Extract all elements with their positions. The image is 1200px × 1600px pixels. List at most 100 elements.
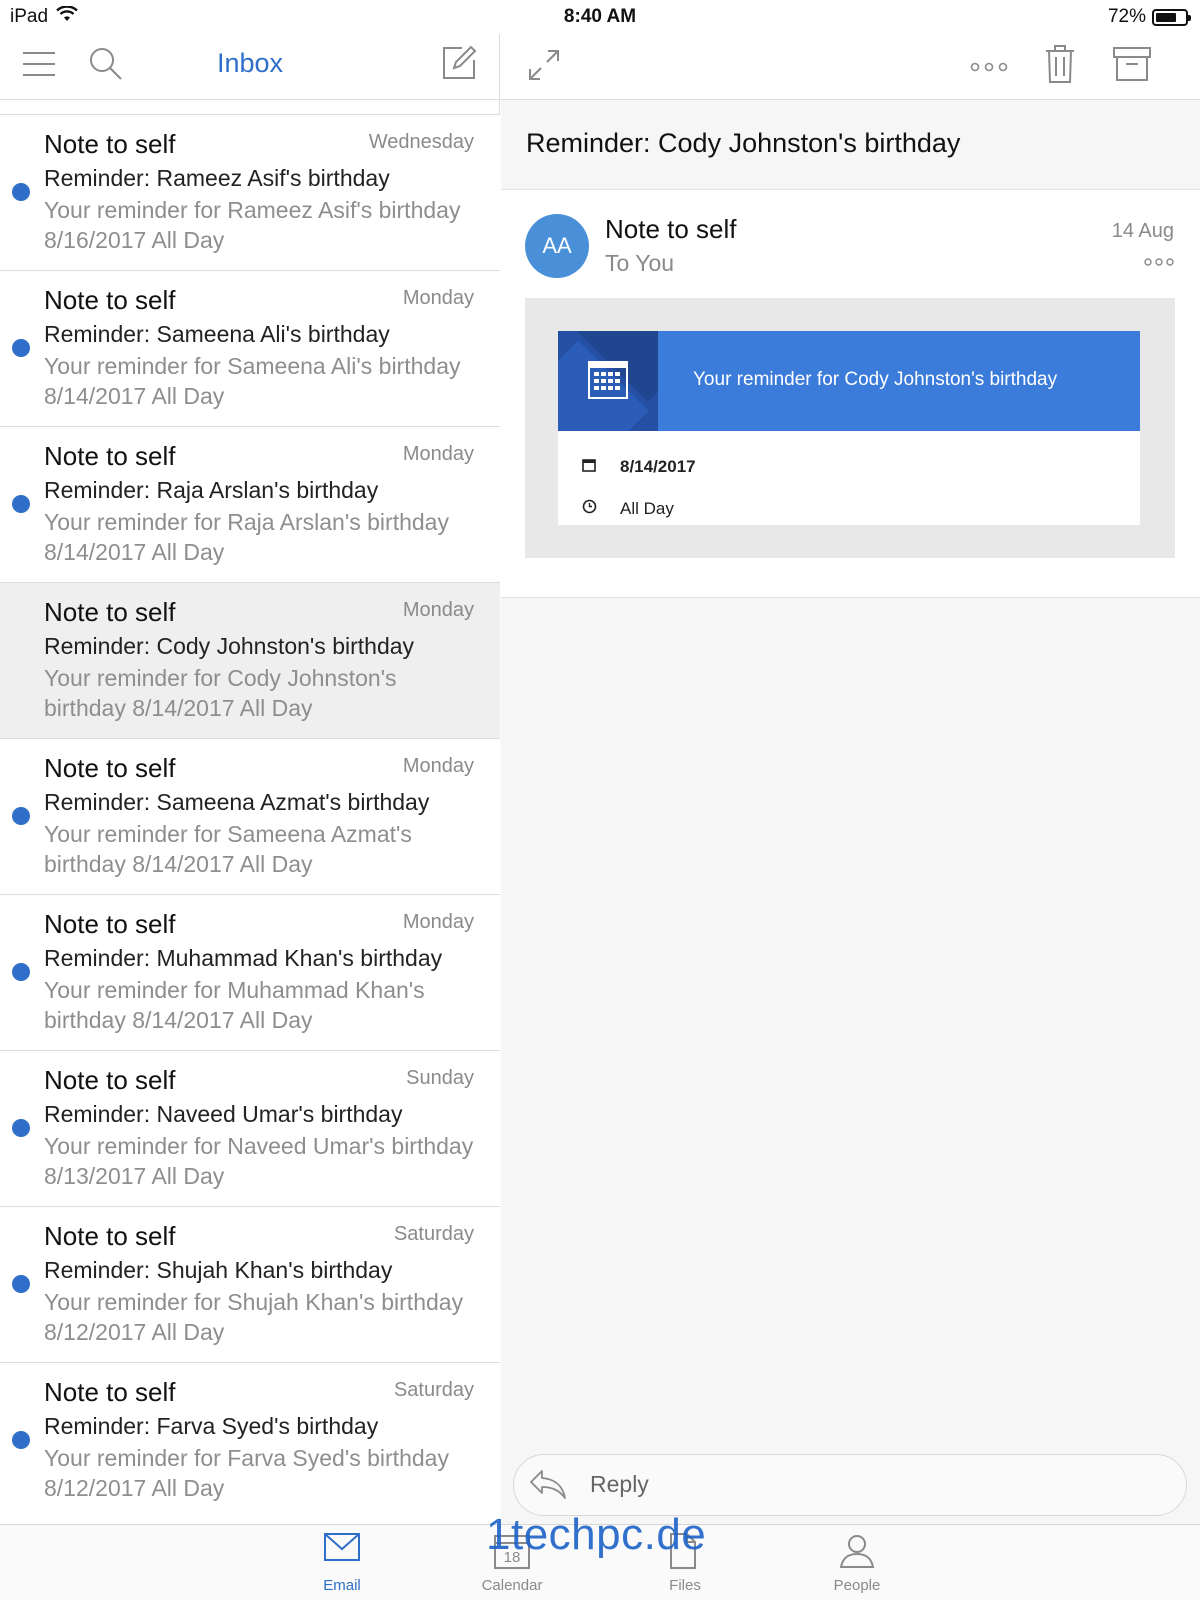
message-date: Monday bbox=[402, 599, 474, 621]
unread-indicator-icon bbox=[12, 1431, 30, 1449]
message-subject: Reminder: Sameena Ali's birthday bbox=[44, 321, 390, 347]
reminder-frame: Your reminder for Cody Johnston's birthd… bbox=[525, 298, 1175, 558]
reminder-banner-text: Your reminder for Cody Johnston's birthd… bbox=[693, 369, 1058, 390]
message-subject: Reminder: Sameena Azmat's birthday bbox=[44, 789, 430, 815]
message-preview: Your reminder for Cody Johnston's birthd… bbox=[44, 665, 397, 721]
status-time: 8:40 AM bbox=[563, 6, 637, 27]
expand-icon[interactable] bbox=[527, 48, 561, 87]
message-card: AA Note to self To You 14 Aug Your remin… bbox=[501, 190, 1200, 598]
unread-indicator-icon bbox=[12, 495, 30, 513]
message-date: Wednesday bbox=[368, 131, 474, 153]
message-date: Monday bbox=[402, 287, 474, 309]
message-list-item[interactable]: Note to self Sunday Reminder: Naveed Umar'… bbox=[0, 1050, 500, 1206]
tab-email[interactable]: Email bbox=[282, 1525, 402, 1600]
banner-calendar-tile bbox=[558, 331, 658, 431]
message-date: Monday bbox=[402, 755, 474, 777]
list-toolbar: Inbox bbox=[0, 34, 500, 100]
calendar-grid-icon bbox=[588, 359, 628, 404]
message-sender: Note to self bbox=[44, 1065, 176, 1095]
message-subject: Reminder: Farva Syed's birthday bbox=[44, 1413, 379, 1439]
unread-indicator-icon bbox=[12, 807, 30, 825]
message-preview: Your reminder for Farva Syed's birthday … bbox=[44, 1445, 449, 1501]
tab-people[interactable]: People bbox=[797, 1525, 917, 1600]
message-subject: Reminder: Shujah Khan's birthday bbox=[44, 1257, 393, 1283]
message-date: Saturday bbox=[393, 1223, 474, 1245]
calendar-small-icon bbox=[582, 457, 596, 477]
message-subject: Reminder: Raja Arslan's birthday bbox=[44, 477, 379, 503]
message-list-item[interactable]: Note to self Wednesday Reminder: Rameez As… bbox=[0, 114, 500, 270]
message-subject: Reminder: Naveed Umar's birthday bbox=[44, 1101, 403, 1127]
battery-percent: 72% bbox=[1107, 6, 1146, 27]
recipient-line: To You bbox=[605, 250, 675, 276]
message-list-item[interactable]: Note to self Monday Reminder: Muhammad Kha… bbox=[0, 894, 500, 1050]
delete-icon[interactable] bbox=[1045, 44, 1075, 89]
message-subject: Reminder: Rameez Asif's birthday bbox=[44, 165, 390, 191]
battery-icon bbox=[1152, 8, 1191, 26]
message-sender: Note to self bbox=[44, 129, 176, 159]
sender-name[interactable]: Note to self bbox=[605, 214, 737, 245]
message-list-item[interactable]: Note to self Saturday Reminder: Shujah Kha… bbox=[0, 1206, 500, 1362]
status-bar: iPad 8:40 AM 72% bbox=[0, 0, 1200, 34]
reply-button[interactable]: Reply bbox=[513, 1454, 1187, 1516]
people-icon bbox=[839, 1535, 875, 1568]
message-sender: Note to self bbox=[44, 753, 176, 783]
inbox-title[interactable]: Inbox bbox=[0, 48, 500, 79]
message-list-item[interactable]: Note to self Monday Reminder: Cody Johnsto… bbox=[0, 582, 500, 738]
message-preview: Your reminder for Shujah Khan's birthday… bbox=[44, 1289, 464, 1345]
message-date: 14 Aug bbox=[1111, 220, 1174, 242]
subject-bar: Reminder: Cody Johnston's birthday bbox=[501, 100, 1200, 190]
unread-indicator-icon bbox=[12, 1275, 30, 1293]
compose-icon[interactable] bbox=[440, 44, 478, 87]
message-list: Note to self Wednesday Reminder: Rameez As… bbox=[0, 114, 500, 1518]
event-date-row: 8/14/2017 bbox=[582, 457, 696, 477]
clock-icon bbox=[582, 499, 597, 519]
mail-icon bbox=[324, 1533, 360, 1561]
message-more-options-icon[interactable] bbox=[1144, 254, 1174, 272]
avatar[interactable]: AA bbox=[525, 214, 589, 278]
message-list-item[interactable]: Note to self Monday Reminder: Raja Arslan'… bbox=[0, 426, 500, 582]
reply-label: Reply bbox=[590, 1471, 649, 1497]
message-date: Monday bbox=[402, 443, 474, 465]
message-sender: Note to self bbox=[44, 1377, 176, 1407]
unread-indicator-icon bbox=[12, 963, 30, 981]
message-list-item[interactable]: Note to self Monday Reminder: Sameena Ali'… bbox=[0, 270, 500, 426]
message-preview: Your reminder for Naveed Umar's birthday… bbox=[44, 1133, 474, 1189]
watermark-text: 1techpc.de bbox=[486, 1510, 707, 1559]
tab-files-label: Files bbox=[669, 1577, 701, 1594]
message-preview: Your reminder for Sameena Azmat's birthd… bbox=[44, 821, 412, 877]
archive-icon[interactable] bbox=[1113, 46, 1151, 87]
unread-indicator-icon bbox=[12, 183, 30, 201]
message-sender: Note to self bbox=[44, 909, 176, 939]
message-preview: Your reminder for Sameena Ali's birthday… bbox=[44, 353, 461, 409]
message-preview: Your reminder for Rameez Asif's birthday… bbox=[44, 197, 461, 253]
tab-calendar-label: Calendar bbox=[481, 1577, 543, 1594]
more-options-icon[interactable] bbox=[969, 60, 1009, 78]
message-date: Sunday bbox=[406, 1067, 474, 1089]
message-list-item[interactable]: Note to self Monday Reminder: Sameena Azma… bbox=[0, 738, 500, 894]
reading-pane: Reminder: Cody Johnston's birthday AA No… bbox=[501, 34, 1200, 1524]
unread-indicator-icon bbox=[12, 339, 30, 357]
unread-indicator-icon bbox=[12, 1119, 30, 1137]
event-time: All Day bbox=[620, 499, 674, 518]
message-preview: Your reminder for Raja Arslan's birthday… bbox=[44, 509, 449, 565]
message-subject: Reminder: Cody Johnston's birthday bbox=[526, 128, 961, 158]
message-list-item[interactable]: Note to self Saturday Reminder: Farva Syed… bbox=[0, 1362, 500, 1518]
message-sender: Note to self bbox=[44, 597, 176, 627]
battery-fill bbox=[1156, 12, 1177, 22]
event-time-row: All Day bbox=[582, 499, 674, 519]
message-date: Monday bbox=[402, 911, 474, 933]
message-subject: Reminder: Cody Johnston's birthday bbox=[44, 633, 415, 659]
event-date: 8/14/2017 bbox=[620, 457, 696, 476]
message-sender: Note to self bbox=[44, 1221, 176, 1251]
tab-people-label: People bbox=[833, 1577, 881, 1594]
reminder-banner: Your reminder for Cody Johnston's birthd… bbox=[558, 331, 1140, 431]
message-list-pane: Inbox Note to self Wednesday Reminder: Ram… bbox=[0, 34, 500, 1524]
status-right: 72% bbox=[1107, 6, 1191, 28]
message-sender: Note to self bbox=[44, 285, 176, 315]
message-subject: Reminder: Muhammad Khan's birthday bbox=[44, 945, 443, 971]
detail-toolbar bbox=[501, 34, 1200, 100]
reminder-card: Your reminder for Cody Johnston's birthd… bbox=[558, 331, 1140, 525]
tab-email-label: Email bbox=[323, 1577, 361, 1594]
message-sender: Note to self bbox=[44, 441, 176, 471]
message-preview: Your reminder for Muhammad Khan's birthd… bbox=[44, 977, 425, 1033]
